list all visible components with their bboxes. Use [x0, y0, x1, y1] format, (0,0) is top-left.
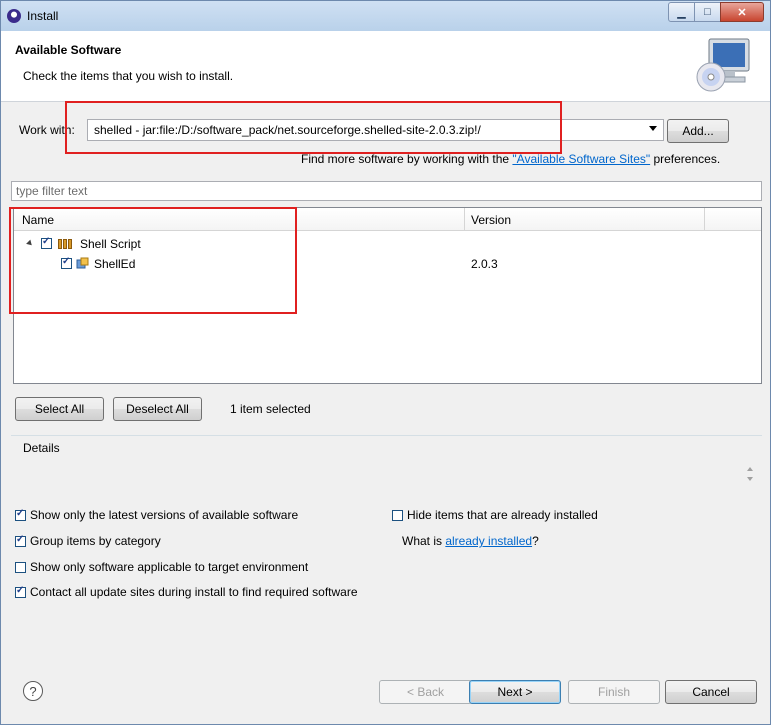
group-by-category-checkbox[interactable]: [15, 534, 26, 547]
page-subtitle: Check the items that you wish to install…: [23, 69, 234, 83]
eclipse-icon: [7, 9, 21, 23]
install-dialog: Install ▁ □ ✕ Available Software Check t…: [0, 0, 771, 725]
available-sites-hint: Find more software by working with the "…: [301, 152, 720, 166]
page-title: Available Software: [15, 43, 122, 57]
tree-row-feature[interactable]: ShellEd 2.0.3: [14, 254, 761, 274]
details-scroll-arrows-icon[interactable]: [744, 461, 756, 487]
hint-suffix: preferences.: [650, 152, 721, 166]
work-with-value: shelled - jar:file:/D:/software_pack/net…: [94, 123, 481, 137]
column-divider[interactable]: [464, 208, 465, 230]
filter-field[interactable]: [11, 181, 762, 201]
column-divider[interactable]: [704, 208, 705, 230]
target-env-checkbox[interactable]: [15, 561, 26, 573]
finish-button[interactable]: Finish: [568, 680, 660, 704]
what-is-prefix: What is: [402, 534, 446, 548]
wizard-banner: Available Software Check the items that …: [1, 31, 770, 102]
work-with-combo[interactable]: shelled - jar:file:/D:/software_pack/net…: [87, 119, 664, 141]
expand-triangle-icon[interactable]: [26, 239, 34, 248]
hint-prefix: Find more software by working with the: [301, 152, 513, 166]
filter-input[interactable]: [12, 182, 761, 200]
feature-version: 2.0.3: [471, 257, 498, 271]
cancel-button[interactable]: Cancel: [665, 680, 757, 704]
window-title: Install: [27, 9, 59, 23]
install-monitor-icon: [696, 38, 750, 92]
minimize-button[interactable]: ▁: [668, 2, 695, 22]
hide-installed-label: Hide items that are already installed: [407, 508, 598, 522]
hide-installed-checkbox[interactable]: [392, 509, 403, 521]
work-with-label: Work with:: [19, 123, 75, 137]
back-button[interactable]: < Back: [379, 680, 472, 704]
column-version-header[interactable]: Version: [471, 213, 511, 227]
chevron-down-icon[interactable]: [649, 126, 657, 131]
maximize-icon: □: [704, 6, 711, 18]
available-sites-link[interactable]: "Available Software Sites": [512, 152, 650, 166]
title-bar[interactable]: Install ▁ □ ✕: [1, 1, 770, 31]
target-env-option[interactable]: Show only software applicable to target …: [15, 560, 308, 574]
next-button[interactable]: Next >: [469, 680, 561, 704]
tree-header: Name Version: [14, 208, 761, 231]
feature-name: ShellEd: [94, 257, 136, 271]
latest-only-checkbox[interactable]: [15, 508, 26, 521]
feature-checkbox[interactable]: [61, 256, 72, 269]
category-checkbox[interactable]: [41, 236, 52, 249]
group-by-category-option[interactable]: Group items by category: [15, 534, 161, 548]
what-is-suffix: ?: [532, 534, 539, 548]
close-button[interactable]: ✕: [720, 2, 764, 22]
group-by-category-label: Group items by category: [30, 534, 161, 548]
maximize-button[interactable]: □: [694, 2, 721, 22]
already-installed-link[interactable]: already installed: [445, 534, 532, 548]
target-env-label: Show only software applicable to target …: [30, 560, 309, 574]
details-label: Details: [23, 441, 60, 455]
software-tree[interactable]: Name Version Shell Script ShellEd 2.0.3: [13, 207, 762, 384]
contact-all-sites-label: Contact all update sites during install …: [30, 585, 358, 599]
minimize-icon: ▁: [677, 6, 686, 19]
category-icon: [58, 239, 72, 249]
column-name-header[interactable]: Name: [22, 213, 54, 227]
help-icon[interactable]: ?: [23, 681, 43, 701]
add-site-button[interactable]: Add...: [667, 119, 729, 143]
latest-only-label: Show only the latest versions of availab…: [30, 508, 299, 522]
tree-row-category[interactable]: Shell Script: [14, 234, 761, 254]
deselect-all-button[interactable]: Deselect All: [113, 397, 202, 421]
close-icon: ✕: [737, 6, 747, 19]
hide-installed-option[interactable]: Hide items that are already installed: [392, 508, 598, 522]
latest-only-option[interactable]: Show only the latest versions of availab…: [15, 508, 298, 522]
feature-plugin-icon: [76, 257, 89, 269]
details-group: Details: [11, 435, 762, 496]
select-all-button[interactable]: Select All: [15, 397, 104, 421]
what-is-installed-text: What is already installed?: [402, 534, 539, 548]
category-name: Shell Script: [80, 237, 141, 251]
contact-all-sites-option[interactable]: Contact all update sites during install …: [15, 585, 358, 599]
contact-all-sites-checkbox[interactable]: [15, 585, 26, 598]
selection-status: 1 item selected: [230, 402, 311, 416]
